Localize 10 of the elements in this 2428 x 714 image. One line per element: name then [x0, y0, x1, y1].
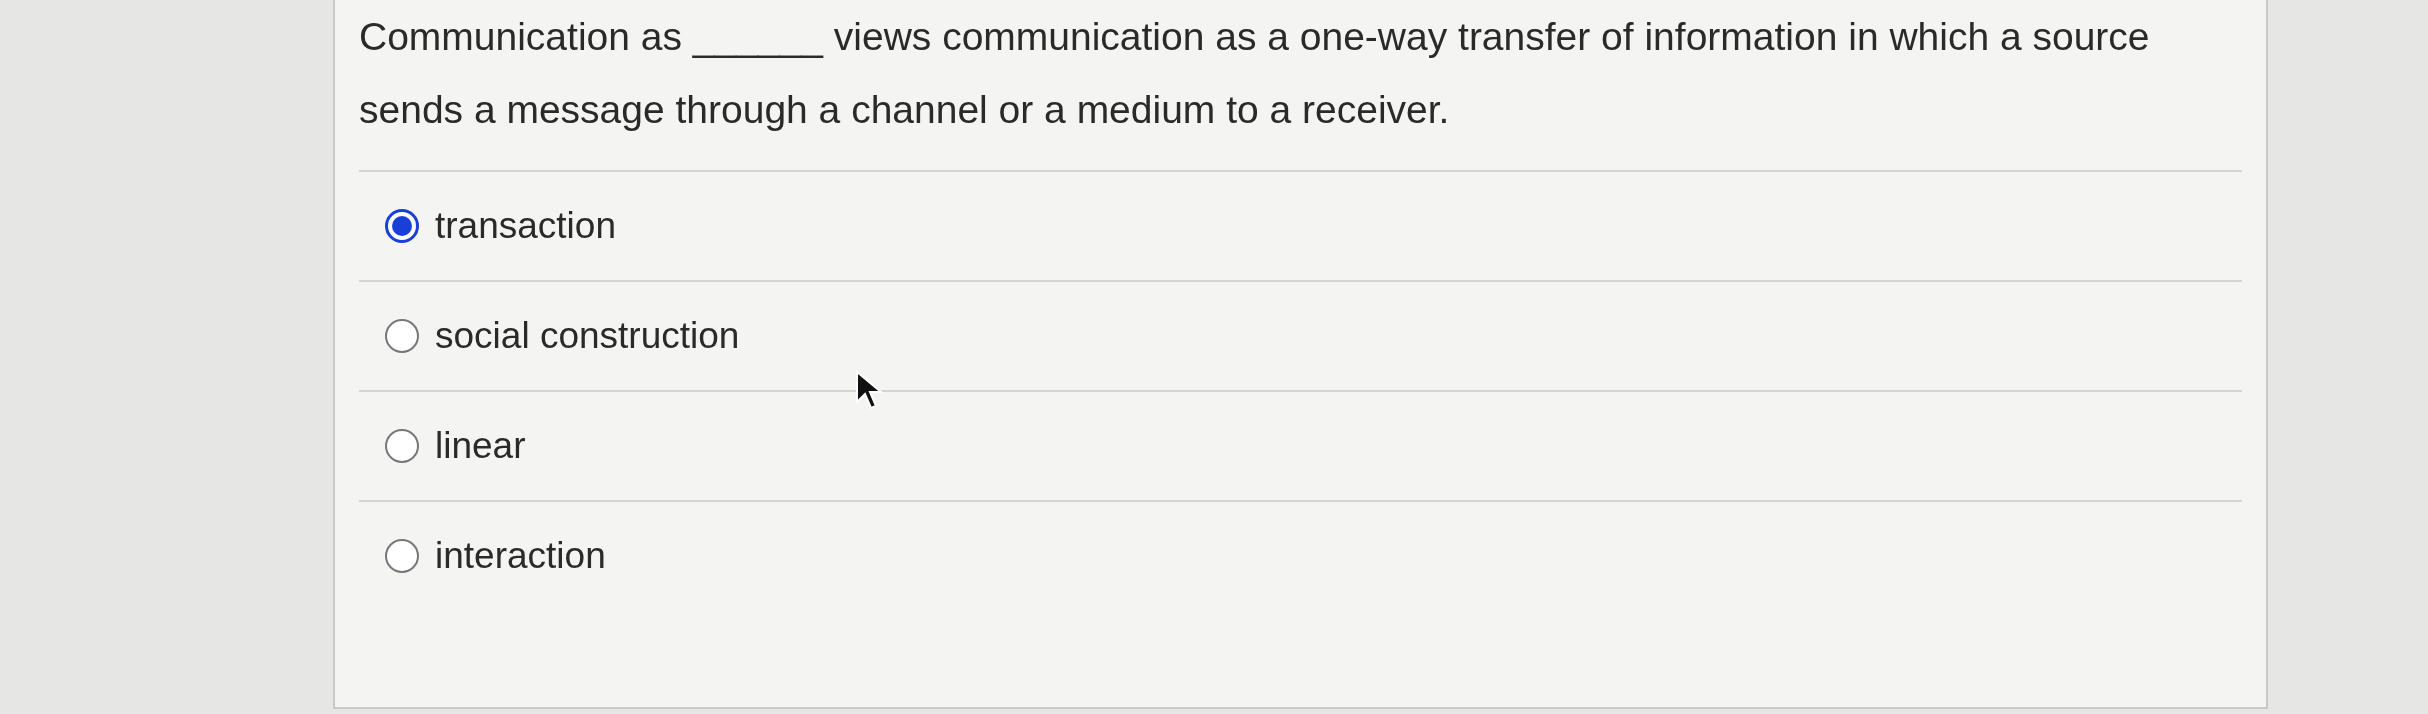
question-text: Communication as ______ views communication as a one-way transfer of information in which a source sends a message through a channel or a medium to a receiver. — [359, 14, 2151, 133]
radio-button[interactable] — [385, 429, 419, 463]
option-label[interactable]: social construction — [435, 308, 740, 364]
option-label[interactable]: transaction — [435, 198, 616, 254]
radio-button[interactable] — [385, 539, 419, 573]
radio-button[interactable] — [385, 209, 419, 243]
option-label[interactable]: linear — [435, 418, 526, 474]
radio-button[interactable] — [385, 319, 419, 353]
cursor-icon — [855, 370, 885, 410]
option-label[interactable]: interaction — [435, 528, 606, 584]
